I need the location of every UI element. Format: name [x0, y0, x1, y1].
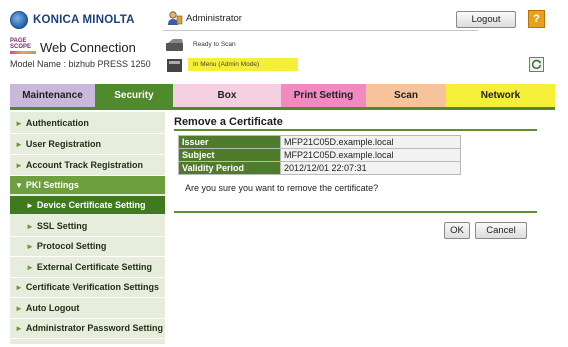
subject-value: MFP21C05D.example.local: [280, 148, 461, 162]
sidebar-item-label: Device Certificate Setting: [36, 200, 146, 210]
sidebar-item-label: PKI Settings: [25, 180, 79, 190]
konica-minolta-logo: KONICA MINOLTA: [10, 11, 135, 29]
table-row: Validity Period 2012/12/01 22:07:31: [178, 161, 461, 175]
model-name: Model Name : bizhub PRESS 1250: [10, 59, 151, 69]
refresh-icon[interactable]: [529, 57, 544, 72]
konica-minolta-globe-icon: [10, 11, 28, 29]
pagescope-web-connection-logo: PAGE SCOPE Web Connection: [10, 38, 136, 56]
arrow-right-icon: ►: [15, 283, 23, 292]
sidebar-item-user-registration[interactable]: ► User Registration: [10, 135, 165, 153]
header-divider: [163, 30, 478, 31]
arrow-right-icon: ►: [15, 324, 23, 333]
sidebar-item-external-certificate-setting[interactable]: ► External Certificate Setting: [10, 258, 165, 276]
tab-underline: [10, 107, 555, 110]
cancel-button[interactable]: Cancel: [475, 222, 527, 239]
administrator-icon: [168, 11, 183, 25]
sidebar-item-authentication[interactable]: ► Authentication: [10, 114, 165, 132]
title-divider: [174, 129, 537, 131]
certificate-info-table: Issuer MFP21C05D.example.local Subject M…: [178, 135, 461, 175]
tab-scan[interactable]: Scan: [366, 84, 446, 107]
sidebar-item-label: Auto Logout: [25, 303, 80, 313]
sidebar-item-label: Authentication: [25, 118, 89, 128]
scanner-icon: [166, 39, 183, 51]
issuer-value: MFP21C05D.example.local: [280, 135, 461, 149]
arrow-right-icon: ►: [15, 119, 23, 128]
main-tabs: Maintenance Security Box Print Setting S…: [10, 84, 555, 107]
tab-box[interactable]: Box: [173, 84, 281, 107]
subject-label: Subject: [178, 148, 281, 162]
sidebar-item-administrator-password-setting[interactable]: ► Administrator Password Setting: [10, 319, 165, 337]
sidebar-item-certificate-verification-settings[interactable]: ► Certificate Verification Settings: [10, 278, 165, 296]
status-mode: In Menu (Admin Mode): [193, 61, 260, 68]
tab-print-setting[interactable]: Print Setting: [281, 84, 366, 107]
tab-network[interactable]: Network: [446, 84, 555, 107]
table-row: Subject MFP21C05D.example.local: [178, 148, 461, 162]
logout-button[interactable]: Logout: [456, 11, 516, 28]
help-button[interactable]: ?: [528, 10, 545, 28]
table-row: Issuer MFP21C05D.example.local: [178, 135, 461, 149]
sidebar-item-label: SSL Setting: [36, 221, 88, 231]
arrow-right-icon: ►: [15, 161, 23, 170]
pagescope-mark: PAGE SCOPE: [10, 38, 32, 50]
sidebar-item-label: External Certificate Setting: [36, 262, 152, 272]
sidebar-item-account-track-registration[interactable]: ► Account Track Registration: [10, 156, 165, 174]
pagescope-icon: PAGE SCOPE: [10, 38, 36, 56]
sidebar-item-label: User Registration: [25, 139, 101, 149]
brand-name: KONICA MINOLTA: [33, 14, 135, 26]
ok-button[interactable]: OK: [444, 222, 470, 239]
validity-period-value: 2012/12/01 22:07:31: [280, 161, 461, 175]
arrow-right-icon: ►: [26, 222, 34, 231]
arrow-right-icon: ►: [26, 242, 34, 251]
sidebar-item-label: Certificate Verification Settings: [25, 282, 159, 292]
tab-security[interactable]: Security: [95, 84, 173, 107]
sidebar-item-label: Account Track Registration: [25, 160, 143, 170]
arrow-right-icon: ►: [26, 201, 34, 210]
issuer-label: Issuer: [178, 135, 281, 149]
page-title: Remove a Certificate: [174, 116, 283, 128]
sidebar-item-protocol-setting[interactable]: ► Protocol Setting: [10, 237, 165, 255]
tab-maintenance[interactable]: Maintenance: [10, 84, 95, 107]
sidebar-item-ssl-setting[interactable]: ► SSL Setting: [10, 217, 165, 235]
sidebar-item-pki-settings[interactable]: ▼ PKI Settings: [10, 176, 165, 194]
sidebar-item-device-certificate-setting[interactable]: ► Device Certificate Setting: [10, 196, 165, 214]
arrow-down-icon: ▼: [15, 181, 23, 190]
sidebar-item-label: Protocol Setting: [36, 241, 107, 251]
machine-icon: [167, 59, 182, 72]
sidebar: ► Authentication ► User Registration ► Acco…: [10, 112, 165, 344]
arrow-right-icon: ►: [15, 304, 23, 313]
content-divider: [174, 211, 537, 213]
web-connection-title: Web Connection: [40, 39, 136, 55]
confirm-message: Are you sure you want to remove the cert…: [185, 183, 379, 193]
sidebar-item-auto-logout[interactable]: ► Auto Logout: [10, 299, 165, 317]
user-name: Administrator: [186, 13, 242, 24]
validity-period-label: Validity Period: [178, 161, 281, 175]
status-ready: Ready to Scan: [193, 41, 236, 48]
sidebar-item-label: Administrator Password Setting: [25, 323, 163, 333]
arrow-right-icon: ►: [15, 140, 23, 149]
arrow-right-icon: ►: [26, 263, 34, 272]
